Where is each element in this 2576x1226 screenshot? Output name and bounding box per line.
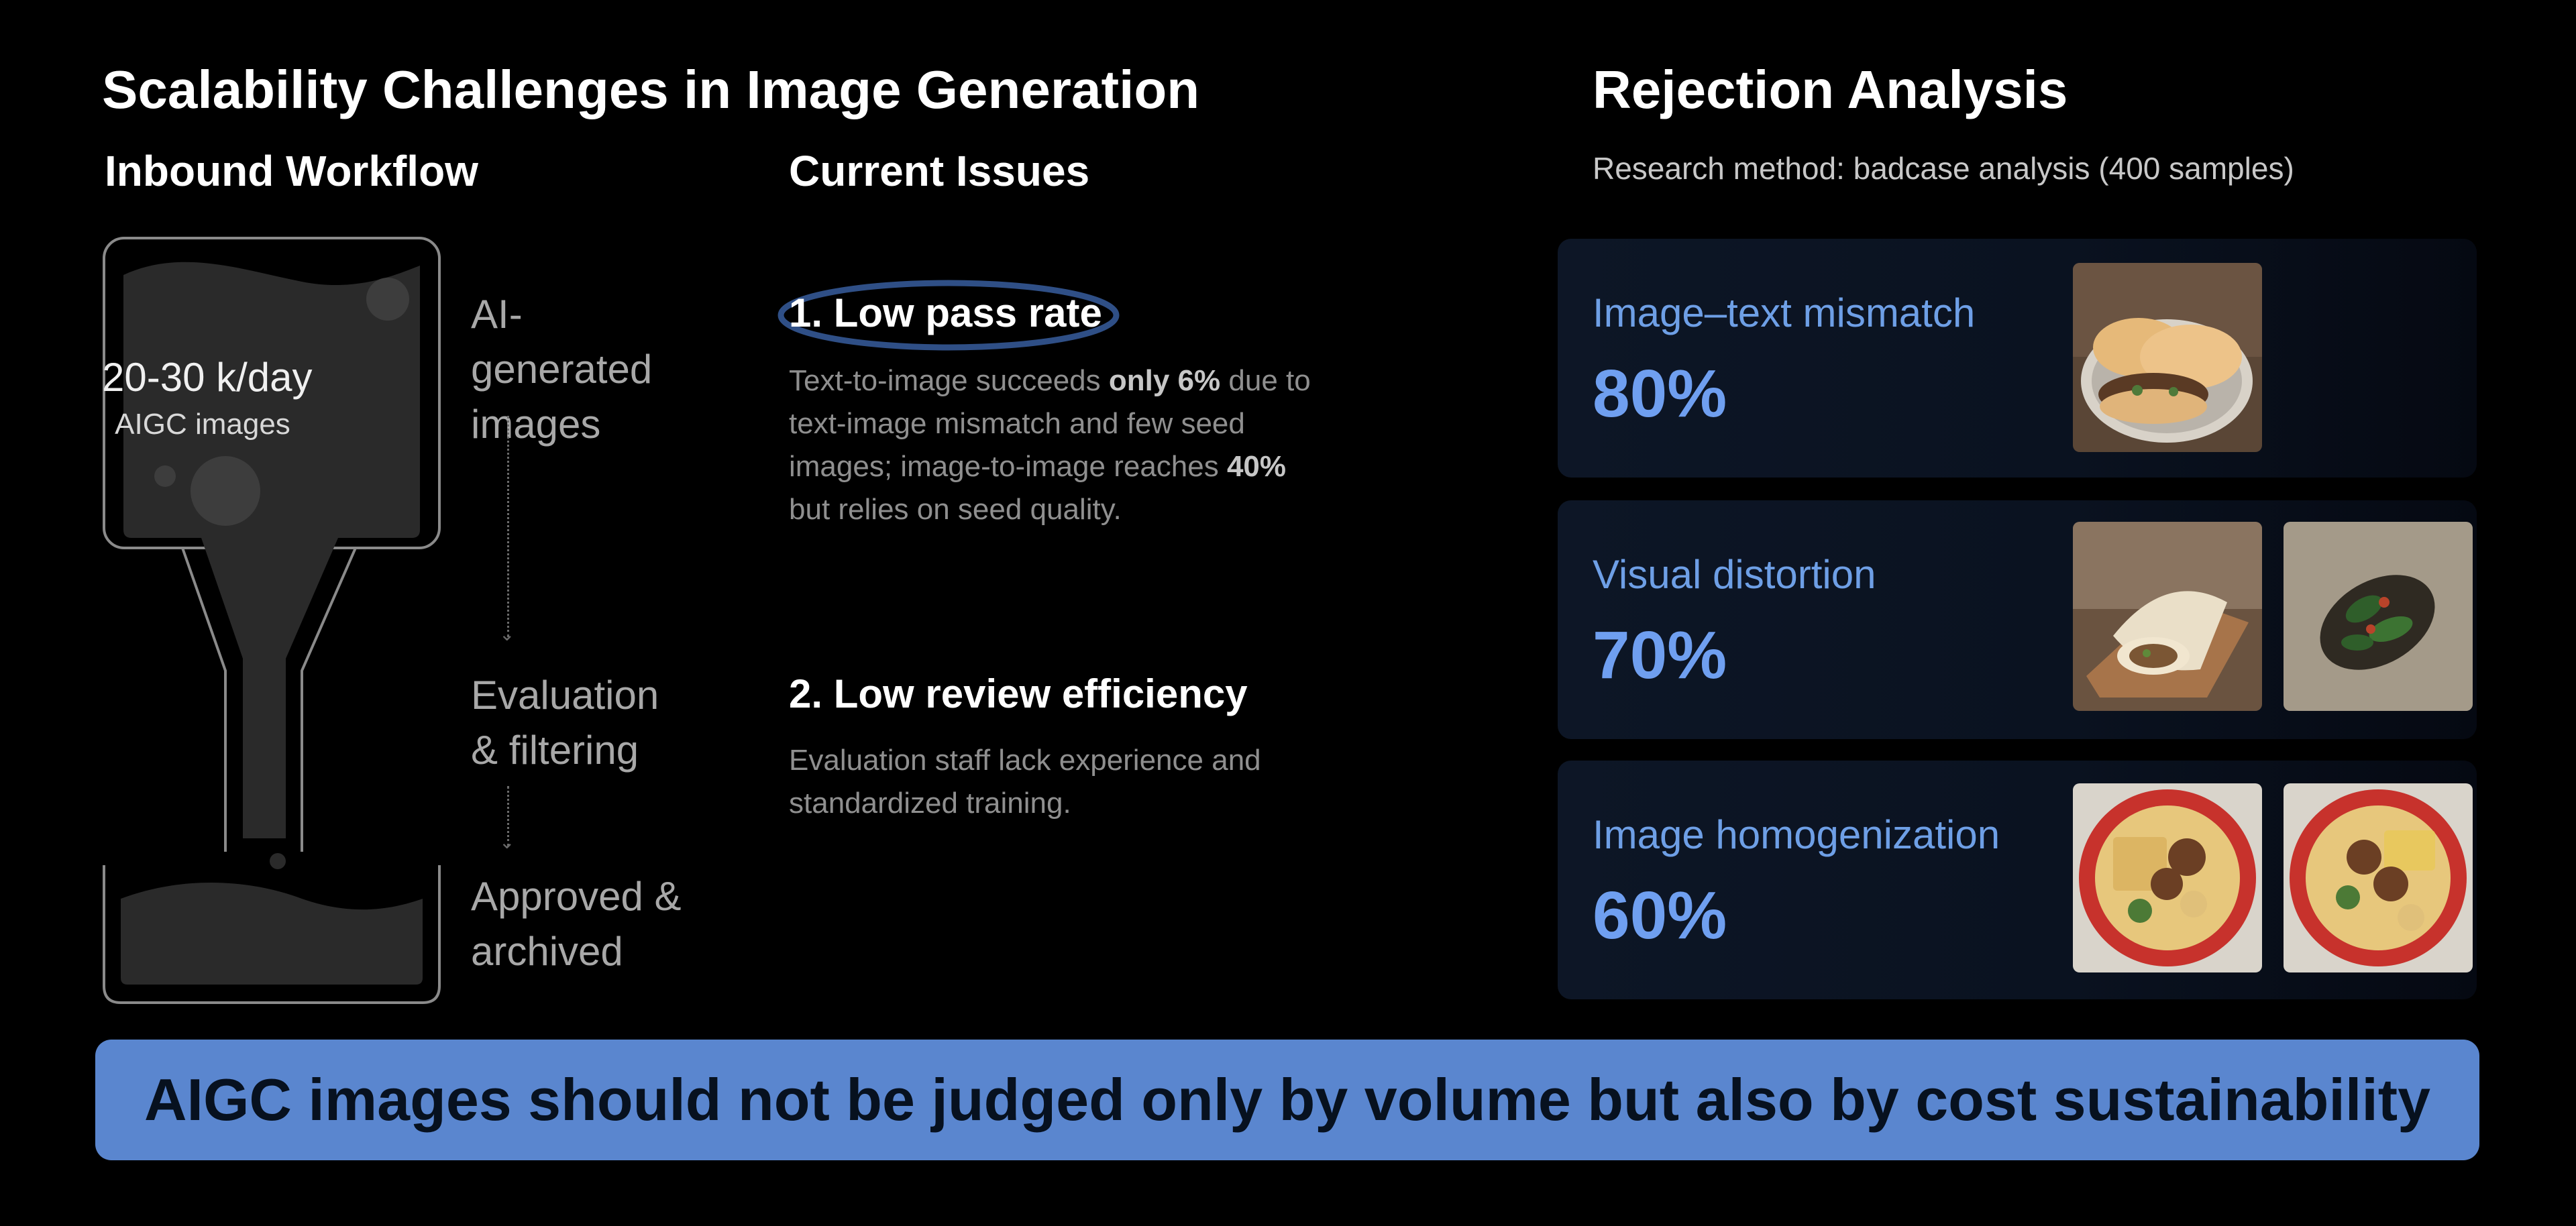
stage-ai-generated: AI-generated images <box>471 292 653 447</box>
rejection-analysis-subtitle: Research method: badcase analysis (400 s… <box>1593 151 2294 186</box>
issue-title-review-efficiency: 2. Low review efficiency <box>789 671 1248 716</box>
issue-emphasis: only 6% <box>1108 364 1221 397</box>
issue-title-pass-rate: 1. Low pass rate <box>789 290 1102 335</box>
rejection-percent: 60% <box>1593 878 1727 953</box>
greens-dish-photo <box>2284 522 2473 711</box>
rejection-label: Visual distortion <box>1593 552 1876 597</box>
inbound-workflow-heading: Inbound Workflow <box>105 147 478 195</box>
noodle-bowl-photo <box>2284 783 2473 972</box>
rejection-percent: 70% <box>1593 618 1727 693</box>
stage-approved-archived: Approved & archived <box>471 874 682 974</box>
page-title: Scalability Challenges in Image Generati… <box>102 60 1200 119</box>
issue-emphasis: 40% <box>1226 450 1287 483</box>
flow-connector <box>507 416 509 637</box>
funnel-volume-unit: AIGC images <box>115 408 290 441</box>
rejection-label: Image homogenization <box>1593 812 2000 857</box>
wrap-sandwich-photo <box>2073 522 2262 711</box>
flow-arrow-icon: ⌄ <box>499 624 515 645</box>
funnel-volume-value: 20-30 k/day <box>102 355 313 400</box>
rejection-analysis-title: Rejection Analysis <box>1593 60 2068 119</box>
issue-text: but relies on seed quality. <box>789 493 1122 526</box>
issue-text: Text-to-image succeeds <box>789 364 1109 397</box>
stage-evaluation-filtering: Evaluation & filtering <box>471 673 659 773</box>
issue-text: Evaluation staff lack experience and sta… <box>789 744 1261 820</box>
conclusion-banner-text: AIGC images should not be judged only by… <box>144 1066 2431 1133</box>
noodle-bowl-photo <box>2073 783 2262 972</box>
flow-arrow-icon: ⌄ <box>499 832 515 852</box>
flatbread-sandwich-photo <box>2073 263 2262 452</box>
issue-body-pass-rate: Text-to-image succeeds only 6% due to te… <box>789 359 1332 531</box>
rejection-percent: 80% <box>1593 356 1727 431</box>
current-issues-heading: Current Issues <box>789 147 1090 195</box>
funnel-graphic <box>103 237 441 1004</box>
rejection-label: Image–text mismatch <box>1593 290 1976 335</box>
issue-body-review-efficiency: Evaluation staff lack experience and sta… <box>789 739 1332 825</box>
